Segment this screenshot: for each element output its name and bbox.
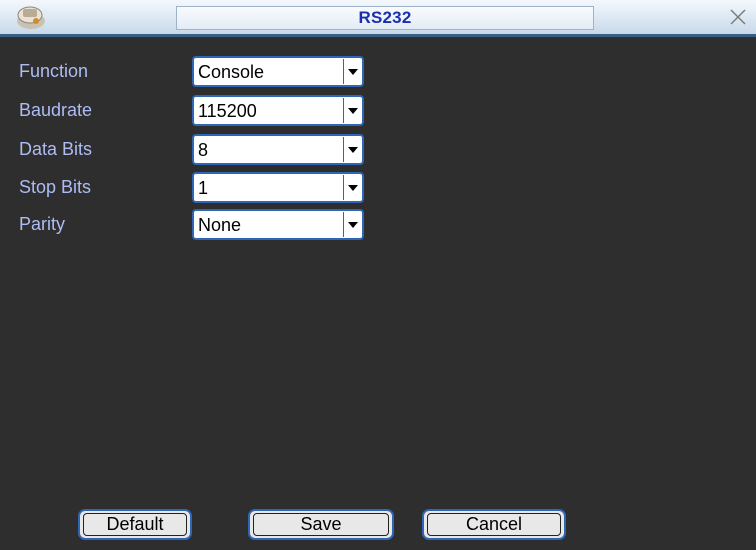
default-button[interactable]: Default — [78, 509, 192, 540]
data-bits-label: Data Bits — [19, 139, 93, 159]
baudrate-label: Baudrate — [19, 100, 93, 120]
window-title: RS232 — [358, 8, 412, 27]
parity-row: Parity None — [0, 209, 756, 241]
data-bits-select[interactable]: 8 — [192, 134, 364, 165]
baudrate-row: Baudrate 115200 — [0, 95, 756, 127]
app-logo-icon — [14, 3, 48, 31]
save-button[interactable]: Save — [248, 509, 394, 540]
stop-bits-row: Stop Bits 1 — [0, 172, 756, 204]
chevron-down-icon[interactable] — [343, 98, 361, 123]
stop-bits-value: 1 — [198, 178, 209, 198]
function-label: Function — [19, 61, 89, 81]
parity-value: None — [198, 215, 242, 235]
function-select[interactable]: Console — [192, 56, 364, 87]
default-button-label: Default — [106, 514, 164, 534]
parity-label: Parity — [19, 214, 66, 234]
rs232-dialog: RS232 Function Console Baudrate 115200 D… — [0, 0, 756, 550]
chevron-down-icon[interactable] — [343, 212, 361, 237]
chevron-down-icon[interactable] — [343, 137, 361, 162]
chevron-down-icon[interactable] — [343, 175, 361, 200]
title-bar: RS232 — [0, 0, 756, 37]
baudrate-select[interactable]: 115200 — [192, 95, 364, 126]
cancel-button[interactable]: Cancel — [422, 509, 566, 540]
data-bits-row: Data Bits 8 — [0, 134, 756, 166]
save-button-label: Save — [300, 514, 342, 534]
data-bits-value: 8 — [198, 140, 209, 160]
title-panel: RS232 — [176, 6, 594, 30]
function-row: Function Console — [0, 56, 756, 88]
function-value: Console — [198, 62, 265, 82]
close-button[interactable] — [726, 5, 750, 29]
chevron-down-icon[interactable] — [343, 59, 361, 84]
stop-bits-select[interactable]: 1 — [192, 172, 364, 203]
parity-select[interactable]: None — [192, 209, 364, 240]
cancel-button-label: Cancel — [465, 514, 523, 534]
close-icon — [730, 9, 746, 25]
baudrate-value: 115200 — [198, 101, 257, 121]
stop-bits-label: Stop Bits — [19, 177, 92, 197]
